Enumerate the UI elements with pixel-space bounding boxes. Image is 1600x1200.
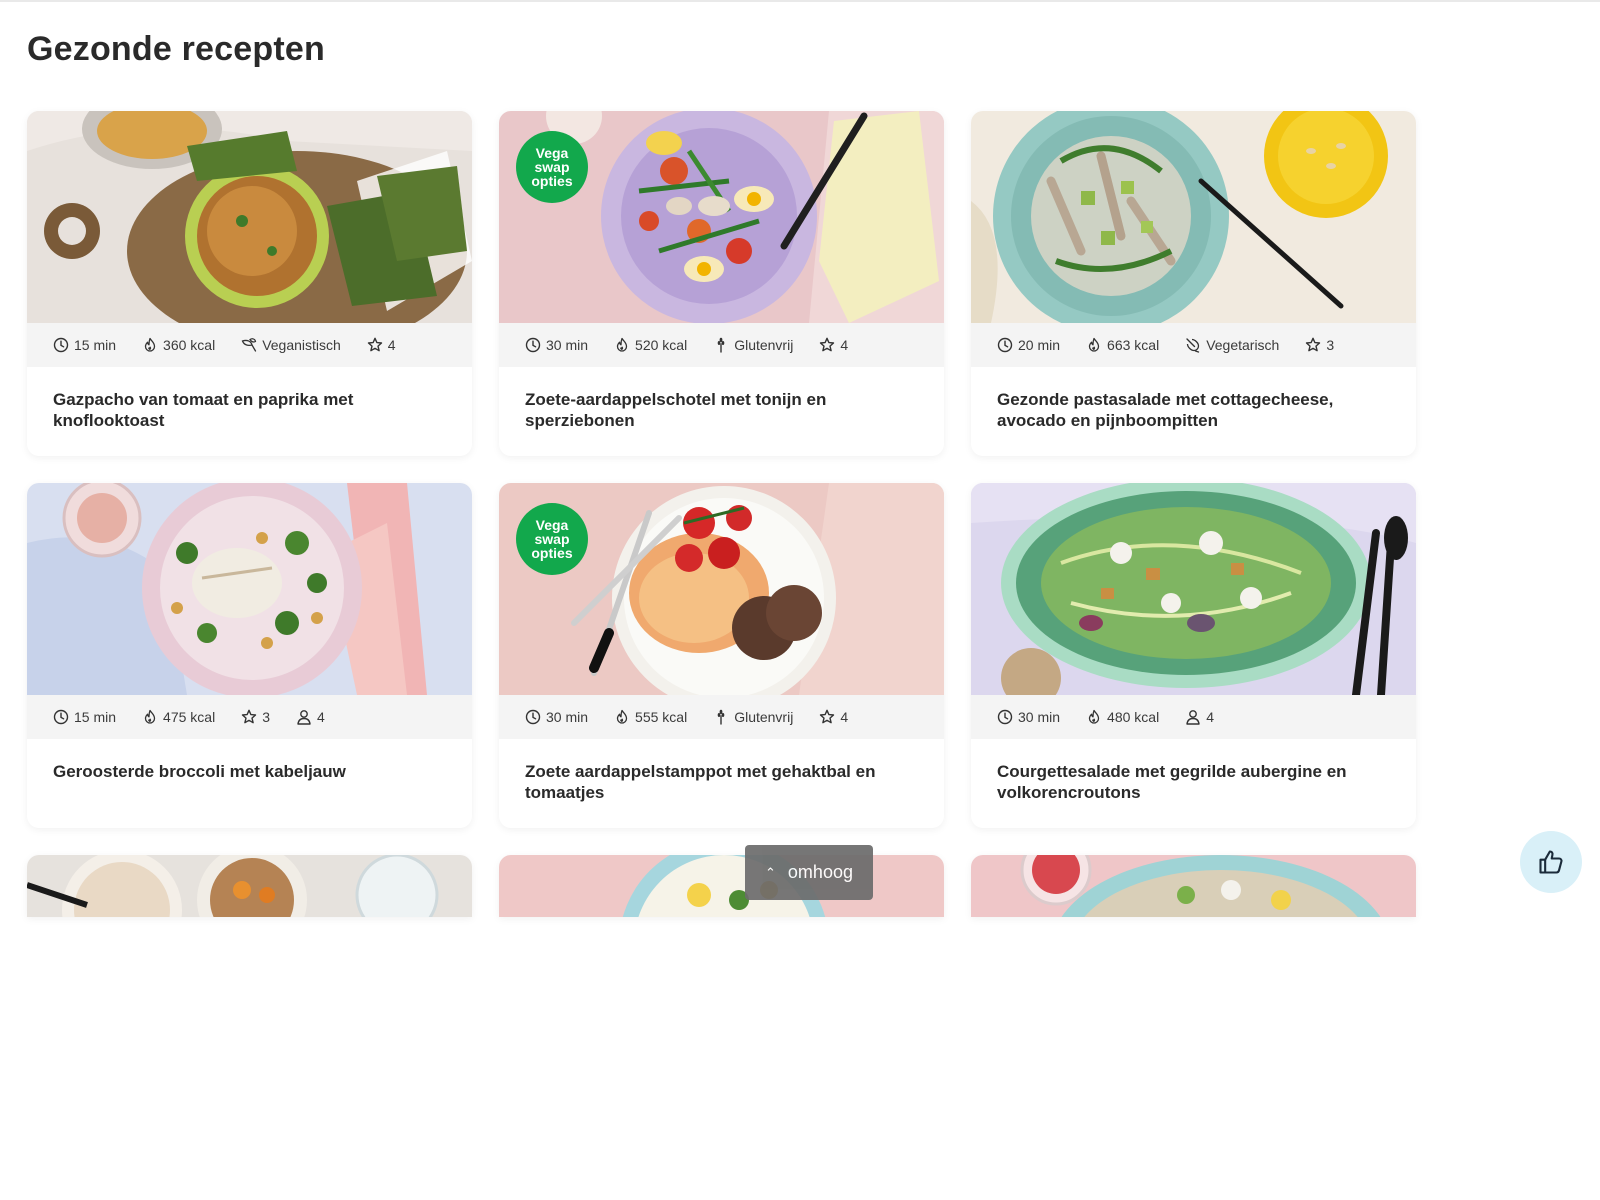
meta-time: 30 min (525, 337, 588, 353)
flame-icon (142, 337, 158, 353)
meta-calories: 520 kcal (614, 337, 687, 353)
meta-calories: 663 kcal (1086, 337, 1159, 353)
feedback-button[interactable] (1520, 831, 1582, 893)
star-icon (241, 709, 257, 725)
page-title: Gezonde recepten (27, 30, 325, 68)
meta-rating: 3 (241, 709, 270, 725)
recipe-title[interactable]: Courgettesalade met gegrilde aubergine e… (997, 761, 1387, 803)
meta-time: 30 min (525, 709, 588, 725)
clock-icon (997, 709, 1013, 725)
recipe-image: Vega swap opties (499, 111, 944, 323)
meta-rating: 3 (1305, 337, 1334, 353)
vegetarian-icon (1185, 337, 1201, 353)
meta-calories: 475 kcal (142, 709, 215, 725)
vega-swap-badge: Vega swap opties (516, 503, 588, 575)
chevron-up-icon: ⌃ (765, 864, 776, 880)
recipe-image (971, 111, 1416, 323)
meta-time: 15 min (53, 337, 116, 353)
recipe-card[interactable]: Vega swap opties 30 min 555 kcal Glutenv… (499, 483, 944, 828)
thumbs-up-icon (1539, 850, 1563, 874)
recipe-meta: 20 min 663 kcal Vegetarisch 3 (971, 323, 1416, 367)
recipe-image: Vega swap opties (499, 483, 944, 695)
recipe-meta: 15 min 360 kcal Veganistisch 4 (27, 323, 472, 367)
recipe-card[interactable]: 20 min 663 kcal Vegetarisch 3 Gezonde pa… (971, 111, 1416, 456)
meta-diet: Glutenvrij (713, 709, 793, 725)
recipe-title[interactable]: Geroosterde broccoli met kabeljauw (53, 761, 443, 782)
recipe-image (27, 855, 472, 917)
recipe-card[interactable]: 15 min 360 kcal Veganistisch 4 Gazpacho … (27, 111, 472, 456)
wheat-icon (713, 337, 729, 353)
recipe-meta: 15 min 475 kcal 3 4 (27, 695, 472, 739)
meta-diet: Veganistisch (241, 337, 341, 353)
person-icon (296, 709, 312, 725)
recipe-card[interactable]: 30 min 480 kcal 4 Courgettesalade met ge… (971, 483, 1416, 828)
meta-time: 30 min (997, 709, 1060, 725)
recipe-card[interactable]: 15 min 475 kcal 3 4 Geroosterde broccoli… (27, 483, 472, 828)
recipe-meta: 30 min 555 kcal Glutenvrij 4 (499, 695, 944, 739)
leaf-icon (241, 337, 257, 353)
vega-swap-badge: Vega swap opties (516, 131, 588, 203)
meta-servings: 4 (1185, 709, 1214, 725)
meta-rating: 4 (367, 337, 396, 353)
recipe-image (27, 111, 472, 323)
recipe-title[interactable]: Zoete-aardappelschotel met tonijn en spe… (525, 389, 915, 431)
recipe-card[interactable] (971, 855, 1416, 917)
flame-icon (614, 337, 630, 353)
meta-calories: 555 kcal (614, 709, 687, 725)
top-border (0, 0, 1600, 2)
meta-time: 15 min (53, 709, 116, 725)
flame-icon (614, 709, 630, 725)
clock-icon (997, 337, 1013, 353)
scroll-to-top-button[interactable]: ⌃ omhoog (745, 845, 873, 900)
flame-icon (1086, 709, 1102, 725)
flame-icon (1086, 337, 1102, 353)
clock-icon (525, 709, 541, 725)
meta-calories: 480 kcal (1086, 709, 1159, 725)
recipe-title[interactable]: Gezonde pastasalade met cottagecheese, a… (997, 389, 1387, 431)
meta-time: 20 min (997, 337, 1060, 353)
person-icon (1185, 709, 1201, 725)
clock-icon (53, 337, 69, 353)
meta-rating: 4 (819, 337, 848, 353)
meta-rating: 4 (819, 709, 848, 725)
star-icon (819, 709, 835, 725)
clock-icon (53, 709, 69, 725)
recipe-image (971, 483, 1416, 695)
recipe-grid: 15 min 360 kcal Veganistisch 4 Gazpacho … (27, 111, 1416, 1200)
flame-icon (142, 709, 158, 725)
recipe-image (499, 855, 944, 917)
star-icon (819, 337, 835, 353)
recipe-card[interactable]: Vega swap opties 30 min 520 kcal Glutenv… (499, 111, 944, 456)
meta-calories: 360 kcal (142, 337, 215, 353)
recipe-title[interactable]: Zoete aardappelstamppot met gehaktbal en… (525, 761, 915, 803)
recipe-meta: 30 min 480 kcal 4 (971, 695, 1416, 739)
meta-servings: 4 (296, 709, 325, 725)
scroll-to-top-label: omhoog (787, 862, 853, 882)
meta-diet: Vegetarisch (1185, 337, 1279, 353)
star-icon (367, 337, 383, 353)
recipe-card[interactable] (499, 855, 944, 917)
recipe-card[interactable] (27, 855, 472, 917)
recipe-image (971, 855, 1416, 917)
recipe-title[interactable]: Gazpacho van tomaat en paprika met knofl… (53, 389, 443, 431)
clock-icon (525, 337, 541, 353)
meta-diet: Glutenvrij (713, 337, 793, 353)
star-icon (1305, 337, 1321, 353)
wheat-icon (713, 709, 729, 725)
recipe-image (27, 483, 472, 695)
recipe-meta: 30 min 520 kcal Glutenvrij 4 (499, 323, 944, 367)
